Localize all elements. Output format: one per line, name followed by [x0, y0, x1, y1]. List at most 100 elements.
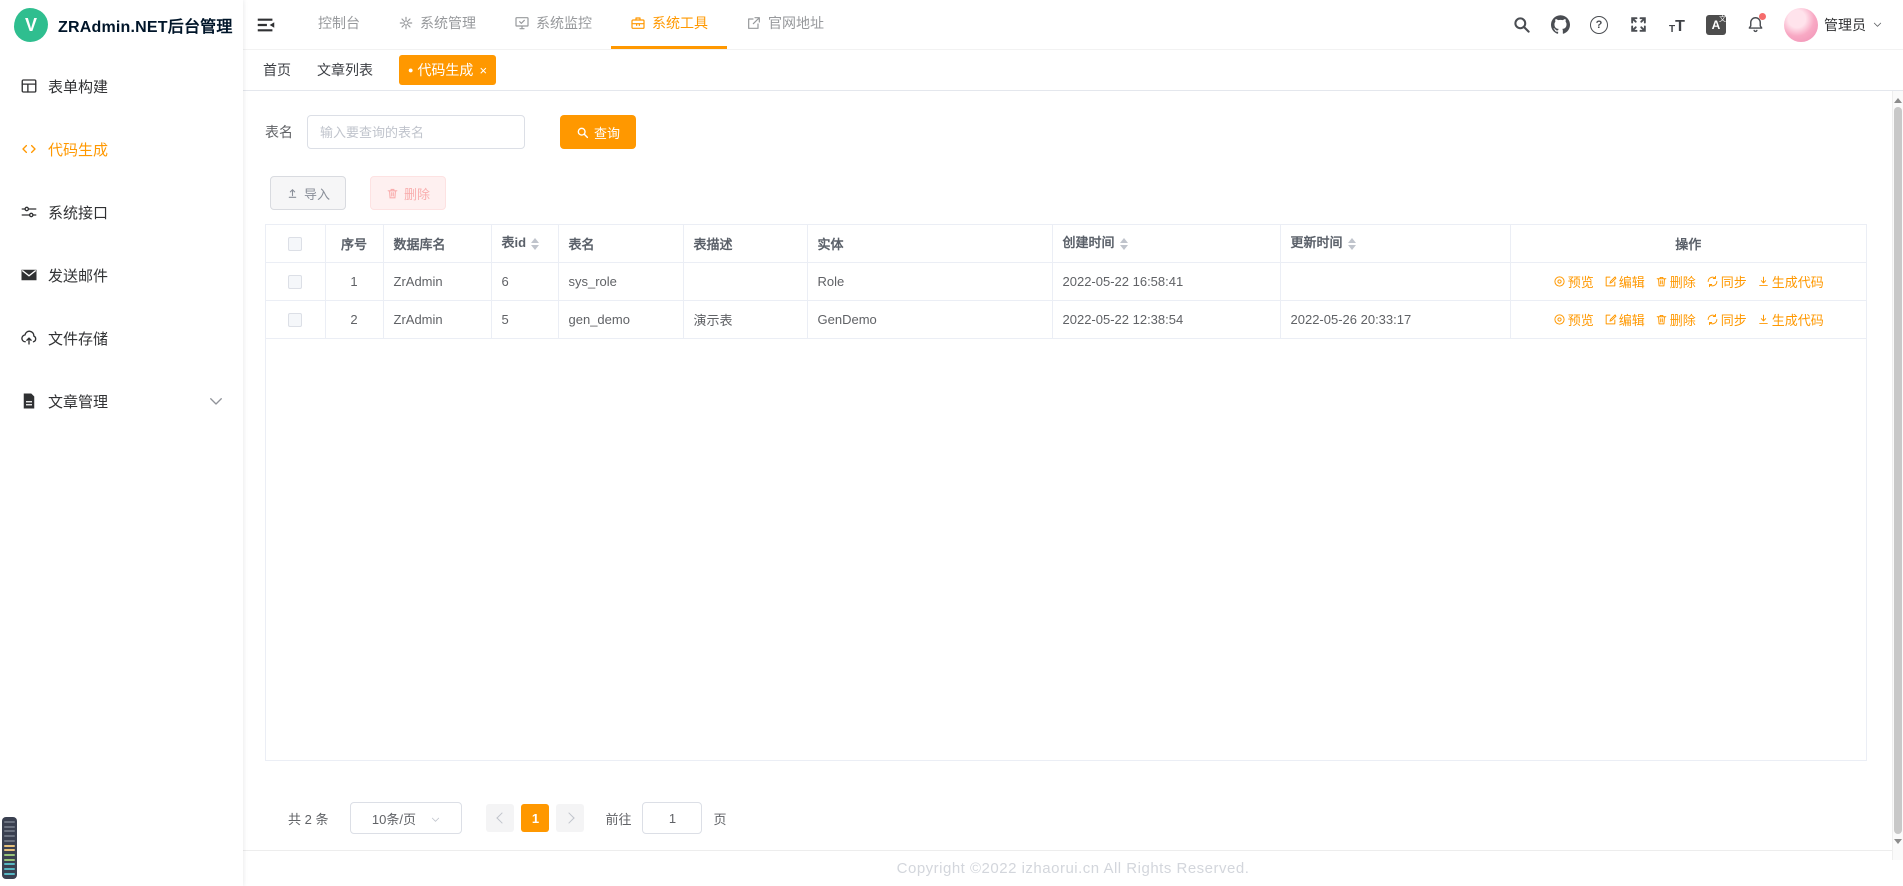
sort-caret-icon[interactable] — [531, 234, 540, 254]
sync-link[interactable]: 同步 — [1706, 272, 1747, 291]
edit-link[interactable]: 编辑 — [1604, 310, 1645, 329]
tab-article-list[interactable]: 文章列表 — [317, 60, 373, 80]
cell-entity: Role — [807, 262, 1053, 301]
topnav-item-system-management[interactable]: 系统管理 — [379, 0, 495, 49]
tab-code-generation[interactable]: ● 代码生成 × — [399, 55, 497, 85]
chevron-right-icon — [563, 812, 575, 824]
cell-database: ZrAdmin — [383, 300, 492, 339]
sidebar-item-label: 发送邮件 — [48, 267, 109, 285]
topnav-item-system-tools[interactable]: 系统工具 — [611, 0, 727, 49]
font-size-icon[interactable]: TT — [1667, 15, 1687, 35]
sort-caret-icon[interactable] — [1347, 234, 1356, 254]
page-number-button[interactable]: 1 — [521, 804, 550, 832]
bell-icon[interactable] — [1745, 12, 1766, 35]
topnav-label: 官网地址 — [768, 15, 824, 31]
upload-icon — [288, 188, 297, 198]
topnav-label: 系统管理 — [420, 15, 476, 31]
row-actions: 预览 编辑 删除 同步 生成代码 — [1521, 301, 1857, 338]
sidebar-item-label: 表单构建 — [48, 78, 109, 96]
search-icon[interactable] — [1511, 15, 1531, 35]
logo-icon: V — [14, 8, 48, 42]
table-row[interactable]: 2 ZrAdmin 5 gen_demo 演示表 GenDemo 2022-05… — [266, 300, 1866, 339]
menu-fold-icon[interactable] — [255, 14, 277, 36]
select-all-checkbox[interactable] — [288, 237, 303, 252]
query-button[interactable]: 查询 — [560, 115, 637, 149]
delete-link[interactable]: 删除 — [1655, 310, 1696, 329]
sidebar-item-system-api[interactable]: 系统接口 — [0, 184, 243, 240]
row-checkbox[interactable] — [288, 274, 303, 289]
scroll-up-icon[interactable] — [1894, 94, 1902, 103]
cell-table-id: 6 — [491, 262, 559, 301]
next-page-button[interactable] — [556, 804, 585, 832]
topnav-item-official-website[interactable]: 官网地址 — [727, 0, 843, 49]
edit-icon — [1605, 275, 1617, 286]
column-header-actions: 操作 — [1510, 225, 1866, 263]
document-icon — [23, 393, 35, 409]
sidebar-item-label: 系统接口 — [48, 204, 109, 222]
prev-page-button[interactable] — [486, 804, 515, 832]
goto-label: 前往 — [605, 811, 632, 827]
page-size-select[interactable]: 10条/页 — [350, 802, 463, 834]
cell-created: 2022-05-22 12:38:54 — [1052, 300, 1281, 339]
edit-icon — [1605, 313, 1617, 324]
minimized-window-widget[interactable] — [2, 817, 17, 879]
table-row[interactable]: 1 ZrAdmin 6 sys_role Role 2022-05-22 16:… — [266, 262, 1866, 301]
sidebar-item-form-builder[interactable]: 表单构建 — [0, 58, 243, 114]
scroll-down-icon[interactable] — [1894, 839, 1902, 848]
cell-index: 2 — [325, 300, 384, 339]
user-name: 管理员 — [1824, 16, 1866, 33]
topnav-label: 控制台 — [318, 15, 360, 31]
tabbar: 首页 文章列表 ● 代码生成 × — [243, 50, 1903, 91]
column-header-updated[interactable]: 更新时间 — [1280, 225, 1511, 263]
github-icon[interactable] — [1550, 15, 1570, 35]
goto-page-input[interactable] — [642, 802, 703, 834]
generate-code-link[interactable]: 生成代码 — [1757, 310, 1824, 329]
sidebar-item-article-management[interactable]: 文章管理 — [0, 373, 243, 429]
preview-link[interactable]: 预览 — [1553, 310, 1594, 329]
topbar-right-actions: ? TT A 文 管理员 — [1511, 7, 1883, 42]
cell-updated: 2022-05-26 20:33:17 — [1280, 300, 1511, 339]
sidebar-item-code-generation[interactable]: 代码生成 — [0, 121, 243, 177]
sync-link[interactable]: 同步 — [1706, 310, 1747, 329]
delete-button[interactable]: 删除 — [370, 176, 447, 210]
translate-icon[interactable]: A 文 — [1706, 14, 1726, 35]
close-icon[interactable]: × — [479, 63, 487, 78]
chevron-down-icon — [1873, 22, 1882, 27]
table-name-label: 表名 — [265, 124, 293, 140]
chevron-left-icon — [496, 812, 508, 824]
sidebar-item-file-storage[interactable]: 文件存储 — [0, 310, 243, 366]
notification-dot — [1759, 12, 1766, 20]
search-icon — [577, 127, 589, 138]
cell-description — [683, 262, 808, 301]
data-table: 序号 数据库名 表id 表名 表描述 实体 创建时间 更新时间 操作 1 ZrA… — [265, 224, 1867, 761]
preview-link[interactable]: 预览 — [1553, 272, 1594, 291]
edit-link[interactable]: 编辑 — [1604, 272, 1645, 291]
help-icon[interactable]: ? — [1589, 15, 1609, 35]
row-checkbox[interactable] — [288, 312, 303, 327]
table-toolbar: 导入 删除 — [265, 176, 1867, 210]
table-name-input[interactable] — [307, 115, 525, 149]
sort-caret-icon[interactable] — [1119, 234, 1128, 254]
vertical-scrollbar[interactable] — [1892, 91, 1903, 860]
toolbox-icon — [631, 17, 645, 29]
column-header-table-id[interactable]: 表id — [491, 225, 559, 263]
delete-link[interactable]: 删除 — [1655, 272, 1696, 291]
trash-icon — [387, 188, 398, 198]
user-menu[interactable]: 管理员 — [1784, 7, 1883, 42]
topnav-item-console[interactable]: 控制台 — [299, 0, 379, 49]
import-button[interactable]: 导入 — [270, 176, 347, 210]
logo[interactable]: V ZRAdmin.NET后台管理 — [0, 0, 243, 50]
footer: Copyright ©2022 izhaorui.cn All Rights R… — [243, 850, 1903, 886]
sidebar-item-send-mail[interactable]: 发送邮件 — [0, 247, 243, 303]
download-icon — [1758, 276, 1768, 286]
fullscreen-icon[interactable] — [1628, 15, 1648, 35]
eye-icon — [1554, 275, 1565, 287]
page-suffix: 页 — [713, 811, 727, 827]
copyright-text: Copyright ©2022 izhaorui.cn All Rights R… — [896, 860, 1250, 877]
topnav-item-system-monitor[interactable]: 系统监控 — [495, 0, 611, 49]
generate-code-link[interactable]: 生成代码 — [1757, 272, 1824, 291]
column-header-created[interactable]: 创建时间 — [1052, 225, 1281, 263]
tab-home[interactable]: 首页 — [263, 60, 291, 80]
avatar[interactable] — [1784, 7, 1818, 42]
scrollbar-thumb[interactable] — [1894, 107, 1902, 834]
